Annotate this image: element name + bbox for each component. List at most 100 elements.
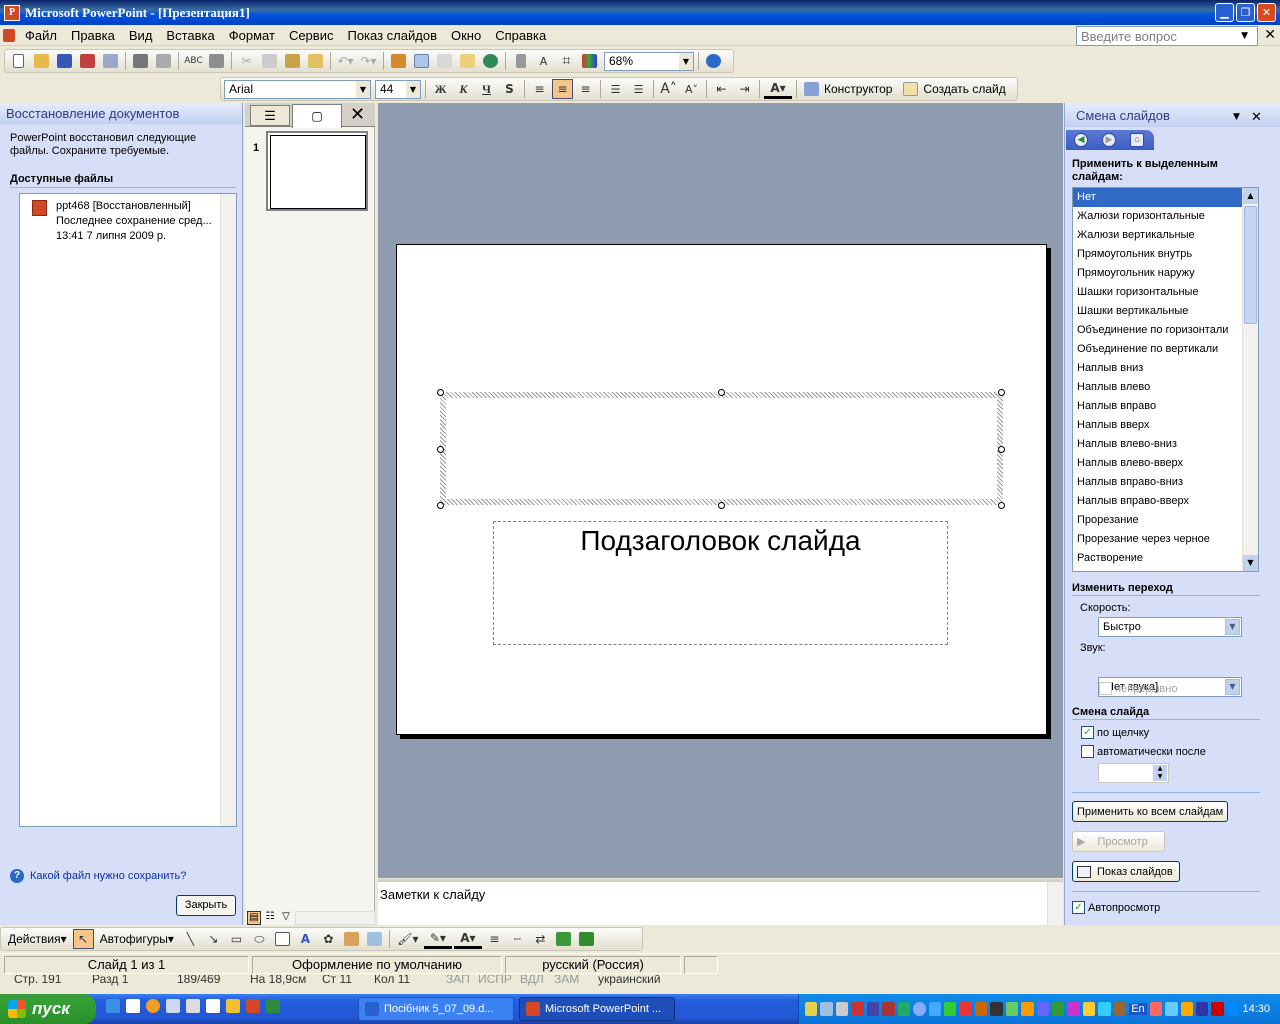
back-icon[interactable]: ◀ [1074,133,1088,147]
spelling-icon[interactable]: ABC [183,51,204,71]
color-grayscale-icon[interactable] [579,51,600,71]
transition-effect-item[interactable]: Прорезание [1073,511,1258,530]
menu-edit[interactable]: Правка [64,28,122,43]
preview-button[interactable]: ▶ Просмотр [1072,831,1165,852]
menu-file[interactable]: Файл [18,28,64,43]
transition-effect-item[interactable]: Наплыв вправо [1073,397,1258,416]
cut-icon[interactable]: ✂ [236,51,257,71]
tray-icon[interactable] [805,1002,818,1016]
auto-after-checkbox[interactable] [1081,745,1094,758]
numbering-icon[interactable]: ☰ [605,79,626,99]
email-icon[interactable] [100,51,121,71]
line-icon[interactable]: ╲ [180,929,201,949]
transition-effect-item[interactable]: Жалюзи вертикальные [1073,226,1258,245]
paste-icon[interactable] [282,51,303,71]
effect-list-scrollbar[interactable]: ▲ ▼ [1242,188,1258,571]
volume-icon[interactable] [835,1002,849,1016]
tray-icon[interactable] [928,1002,941,1016]
align-center-icon[interactable]: ≡ [552,79,573,99]
tray-icon[interactable] [851,1002,864,1016]
notes-pane[interactable]: Заметки к слайду [378,879,1063,925]
ie-icon[interactable] [106,999,120,1013]
excel-icon[interactable] [266,999,280,1013]
autoshapes-menu[interactable]: Автофигуры▾ [96,932,178,946]
decrease-indent-icon[interactable]: ⇤ [711,79,732,99]
tray-icon[interactable] [820,1002,833,1016]
tray-icon[interactable] [1113,1002,1127,1016]
autopreview-checkbox[interactable]: ✓ [1072,901,1085,914]
increase-font-icon[interactable]: A˄ [658,79,679,99]
tray-icon[interactable] [1226,1002,1240,1016]
line-style-icon[interactable]: ≡ [484,929,505,949]
transition-effect-item[interactable]: Наплыв вправо-вниз [1073,473,1258,492]
ask-dropdown-icon[interactable]: ▼ [1241,31,1248,41]
task-powerpoint[interactable]: Microsoft PowerPoint ... [519,997,675,1021]
pane-menu-icon[interactable]: ▼ [1233,112,1240,122]
permission-icon[interactable] [77,51,98,71]
tray-icon[interactable] [974,1002,988,1016]
ask-question-input[interactable]: Введите вопрос [1076,26,1258,46]
transition-effect-item[interactable]: Наплыв вверх [1073,416,1258,435]
transition-effect-item[interactable]: Объединение по горизонтали [1073,321,1258,340]
rectangle-icon[interactable]: ▭ [226,929,247,949]
horizontal-scrollbar[interactable] [295,911,375,925]
transition-effect-item[interactable]: Наплыв влево-вверх [1073,454,1258,473]
menu-tools[interactable]: Сервис [282,28,341,43]
hyperlink-icon[interactable] [480,51,501,71]
resize-handle[interactable] [998,446,1005,453]
resize-handle[interactable] [437,446,444,453]
recovered-file-item[interactable]: ppt468 [Восстановленный] Последнее сохра… [56,199,212,244]
powerpoint-quick-icon[interactable] [246,999,260,1013]
menu-window[interactable]: Окно [444,28,488,43]
menu-view[interactable]: Вид [122,28,160,43]
resize-handle[interactable] [718,389,725,396]
italic-button[interactable]: К [453,79,474,99]
close-document-icon[interactable]: ✕ [1264,27,1276,43]
font-size-select[interactable]: 44 ▼ [375,79,421,99]
menu-slideshow[interactable]: Показ слайдов [340,28,444,43]
line-color-icon[interactable]: ✎▾ [423,929,452,949]
align-left-icon[interactable]: ≡ [529,79,550,99]
shadow-style-icon[interactable] [553,929,574,949]
chevron-down-icon[interactable]: ▼ [1225,679,1240,695]
outline-tab[interactable]: ☰ [250,105,290,126]
transition-effect-list[interactable]: Нет Жалюзи горизонтальные Жалюзи вертикаль… [1072,187,1259,572]
resize-handle[interactable] [437,389,444,396]
loop-checkbox[interactable] [1099,682,1112,695]
transition-effect-item[interactable]: Прямоугольник наружу [1073,264,1258,283]
tray-icon[interactable] [1098,1002,1111,1016]
slideshow-view-icon[interactable]: ▽ [279,911,293,925]
home-icon[interactable]: ⌂ [1130,133,1144,147]
copy-icon[interactable] [259,51,280,71]
open-icon[interactable] [31,51,52,71]
zoom-select[interactable]: 68% ▼ [604,51,694,71]
transition-effect-item[interactable]: Шашки вертикальные [1073,302,1258,321]
dash-style-icon[interactable]: ┄ [507,929,528,949]
restore-button[interactable]: ❐ [1236,3,1255,22]
network-icon[interactable] [166,999,180,1013]
underline-button[interactable]: Ч [476,79,497,99]
save-icon[interactable] [54,51,75,71]
task-word-document[interactable]: Посібник 5_07_09.d... [358,997,514,1021]
transition-effect-item[interactable]: Шашки горизонтальные [1073,283,1258,302]
expand-all-icon[interactable] [510,51,531,71]
help-icon[interactable] [703,51,724,71]
oval-icon[interactable]: ⬭ [249,929,270,949]
notes-scrollbar[interactable] [1047,882,1063,925]
word-icon[interactable] [206,999,220,1013]
close-pane-icon[interactable]: ✕ [1251,110,1262,125]
powerpoint-icon[interactable]: P [4,4,20,21]
transition-effect-item[interactable]: Нет [1073,188,1258,207]
resize-handle[interactable] [998,502,1005,509]
grid-icon[interactable]: ⌗ [556,51,577,71]
font-color-icon[interactable]: A▾ [764,79,792,99]
chart-icon[interactable] [388,51,409,71]
resize-handle[interactable] [718,502,725,509]
new-slide-button[interactable]: Создать слайд [923,82,1005,96]
help-link[interactable]: ? Какой файл нужно сохранить? [10,869,186,883]
undo-icon[interactable]: ↶▾ [335,51,356,71]
input-language[interactable]: En [1129,1003,1147,1015]
forward-icon[interactable]: ▶ [1102,133,1116,147]
decrease-font-icon[interactable]: A˅ [681,79,702,99]
slideshow-button[interactable]: Показ слайдов [1072,861,1180,882]
